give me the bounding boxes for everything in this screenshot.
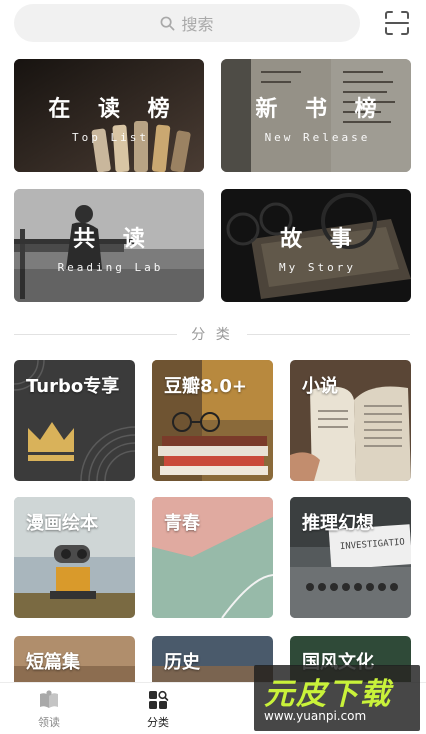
category-label: 小说 (302, 376, 338, 397)
category-label: 漫画绘本 (26, 513, 98, 534)
banner-subtitle: New Release (264, 131, 371, 144)
category-label: 豆瓣8.0+ (164, 376, 247, 397)
section-label: 分 类 (191, 327, 233, 343)
nav-label: 领读 (38, 716, 60, 729)
banner-my-story[interactable]: 故 事 My Story (221, 189, 411, 302)
watermark-url: www.yuanpi.com (264, 709, 367, 723)
category-label: 历史 (164, 652, 200, 673)
category-divider: 分 类 (14, 323, 411, 345)
category-label: 推理幻想 (302, 513, 374, 534)
category-icon (149, 690, 169, 709)
search-bar[interactable]: 搜索 (14, 4, 360, 42)
category-label: 短篇集 (26, 652, 80, 673)
category-tile-douban[interactable]: 豆瓣8.0+ (152, 360, 273, 481)
category-tile-mystery[interactable]: INVESTIGATIO 推理幻想 (290, 497, 411, 618)
banner-title: 共 读 (73, 227, 155, 252)
banner-title: 新 书 榜 (255, 97, 387, 122)
category-tile-turbo[interactable]: Turbo专享 (14, 360, 135, 481)
banner-subtitle: My Story (279, 261, 356, 274)
banner-top-list[interactable]: 在 读 榜 Top List (14, 59, 204, 172)
category-tile-comics[interactable]: 漫画绘本 (14, 497, 135, 618)
banner-title: 故 事 (280, 227, 362, 252)
banner-subtitle: Reading Lab (57, 261, 164, 274)
search-placeholder: 搜索 (181, 15, 214, 34)
banner-reading-lab[interactable]: 共 读 Reading Lab (14, 189, 204, 302)
nav-item-lingdu[interactable]: 领读 (19, 689, 79, 730)
watermark: 元皮下载 www.yuanpi.com (254, 665, 420, 731)
banner-title: 在 读 榜 (48, 97, 180, 122)
scan-icon[interactable] (384, 10, 410, 36)
nav-label: 分类 (147, 716, 169, 729)
banner-new-release[interactable]: 新 书 榜 New Release (221, 59, 411, 172)
category-label: 青春 (164, 513, 200, 534)
category-tile-youth[interactable]: 青春 (152, 497, 273, 618)
book-icon (40, 690, 58, 708)
category-tile-novel[interactable]: 小说 (290, 360, 411, 481)
category-label: Turbo专享 (26, 376, 120, 397)
watermark-logo: 元皮下载 (264, 677, 392, 712)
search-icon (161, 16, 175, 30)
banner-subtitle: Top List (72, 131, 149, 144)
nav-item-category[interactable]: 分类 (128, 689, 188, 730)
